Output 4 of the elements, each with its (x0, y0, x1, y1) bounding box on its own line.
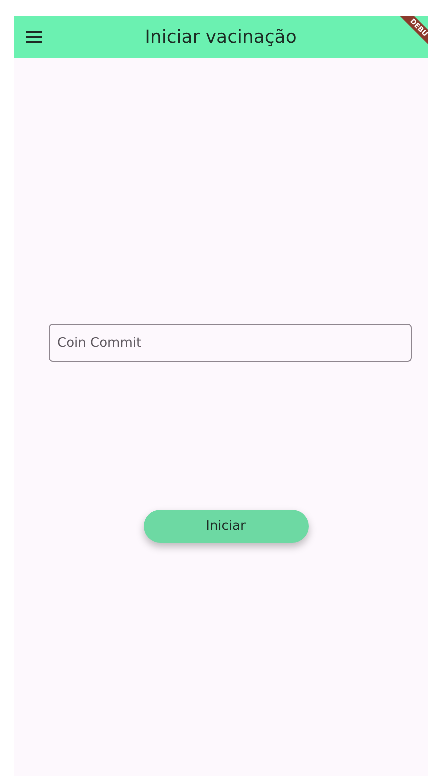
start-button[interactable]: Iniciar (144, 510, 308, 543)
input-field[interactable]: Coin Commit (48, 324, 412, 362)
screen-title: Iniciar vacinação (144, 26, 298, 48)
menu-icon[interactable] (26, 31, 42, 43)
